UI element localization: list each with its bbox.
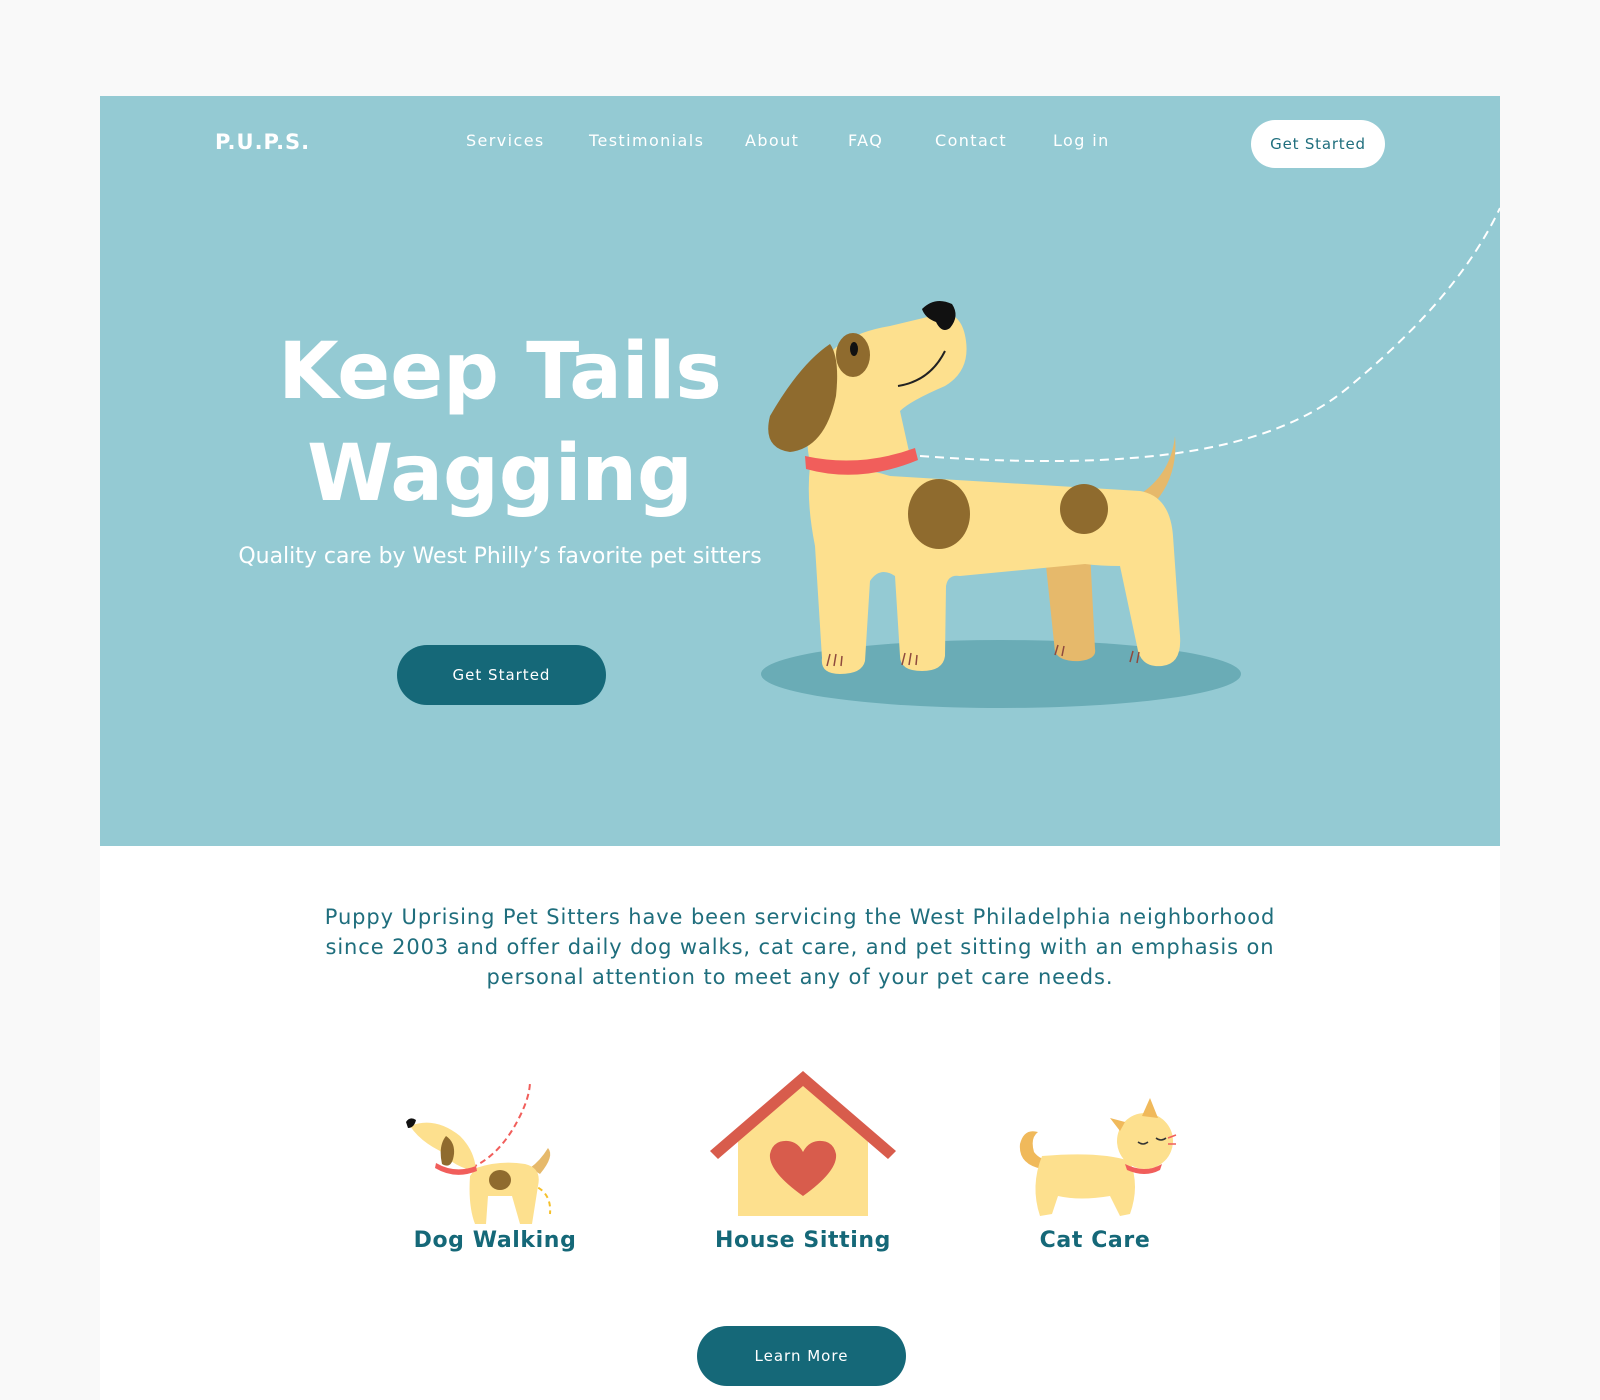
cat-icon xyxy=(1019,1098,1177,1216)
nav-link-testimonials[interactable]: Testimonials xyxy=(589,131,704,150)
service-cat-care[interactable]: Cat Care xyxy=(980,1056,1210,1276)
service-house-sitting[interactable]: House Sitting xyxy=(688,1056,918,1276)
service-label-cat-care: Cat Care xyxy=(1039,1228,1151,1253)
nav-link-contact[interactable]: Contact xyxy=(935,131,1007,150)
learn-more-button[interactable]: Learn More xyxy=(697,1326,906,1386)
nav-link-login[interactable]: Log in xyxy=(1053,131,1110,150)
nav-link-faq[interactable]: FAQ xyxy=(848,131,883,150)
dog-walking-icon xyxy=(406,1080,552,1224)
nav-link-services[interactable]: Services xyxy=(466,131,545,150)
service-label-house-sitting: House Sitting xyxy=(714,1228,892,1253)
service-dog-walking[interactable]: Dog Walking xyxy=(380,1056,610,1276)
hero-section: P.U.P.S. Services Testimonials About FAQ… xyxy=(100,96,1500,846)
header-get-started-button[interactable]: Get Started xyxy=(1251,120,1385,168)
house-heart-icon xyxy=(710,1071,896,1216)
page-frame: P.U.P.S. Services Testimonials About FAQ… xyxy=(100,96,1500,1400)
intro-text: Puppy Uprising Pet Sitters have been ser… xyxy=(324,905,1276,989)
hero-get-started-button[interactable]: Get Started xyxy=(397,645,606,705)
service-label-dog-walking: Dog Walking xyxy=(413,1228,577,1253)
hero-title-line1: Keep Tails xyxy=(278,327,722,417)
hero-subtitle: Quality care by West Philly’s favorite p… xyxy=(238,544,762,569)
hero-title: Keep Tails Wagging xyxy=(250,321,750,525)
hero-title-line2: Wagging xyxy=(307,429,693,519)
nav-link-about[interactable]: About xyxy=(745,131,799,150)
